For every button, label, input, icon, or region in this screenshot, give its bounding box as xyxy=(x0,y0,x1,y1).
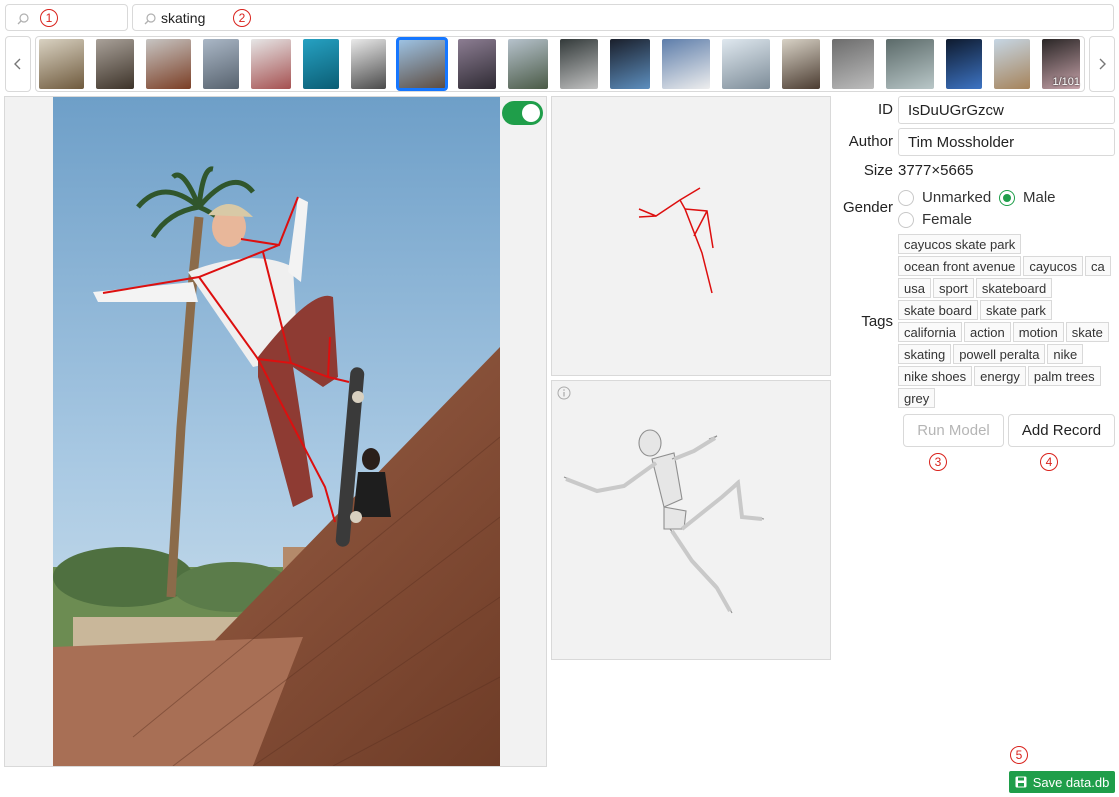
chevron-right-icon xyxy=(1099,58,1106,70)
search-icon xyxy=(17,13,29,25)
tags-label: Tags xyxy=(861,313,893,330)
tag-chip[interactable]: nike xyxy=(1047,344,1084,364)
thumbnail[interactable] xyxy=(203,39,239,89)
save-icon xyxy=(1015,776,1027,788)
pose-2d-skeleton xyxy=(638,187,714,294)
tag-chip[interactable]: skate xyxy=(1065,322,1109,342)
thumbnail[interactable] xyxy=(722,39,770,89)
tag-chip[interactable]: skateboard xyxy=(975,278,1053,298)
thumbnail[interactable] xyxy=(396,37,448,91)
tag-chip[interactable]: skating xyxy=(898,344,952,364)
next-button[interactable] xyxy=(1089,36,1115,92)
thumbnail[interactable] xyxy=(832,39,874,89)
tag-chip[interactable]: palm trees xyxy=(1027,366,1101,386)
size-value: 3777×5665 xyxy=(898,162,974,179)
author-label: Author xyxy=(848,133,893,150)
thumbnail[interactable] xyxy=(96,39,134,89)
save-label: Save data.db xyxy=(1032,774,1110,790)
tag-chip[interactable]: motion xyxy=(1012,322,1064,342)
thumbnail[interactable] xyxy=(994,39,1030,89)
gender-label: Gender xyxy=(842,199,893,216)
add-record-button[interactable]: Add Record xyxy=(1008,414,1115,447)
marker-3: 3 xyxy=(929,452,947,471)
tag-chip[interactable]: skate board xyxy=(898,300,978,320)
tag-chip[interactable]: cayucos xyxy=(1023,256,1084,276)
tag-row: grey xyxy=(898,388,1113,408)
tag-chip[interactable]: ca xyxy=(1085,256,1111,276)
tag-chip[interactable]: energy xyxy=(974,366,1026,386)
thumbnail[interactable] xyxy=(146,39,191,89)
keyword-search-input[interactable]: skating xyxy=(132,4,1114,31)
radio-dot xyxy=(898,211,914,228)
tag-chip[interactable]: ocean front avenue xyxy=(898,256,1022,276)
tag-chip[interactable]: skate park xyxy=(979,300,1052,320)
thumbnail[interactable] xyxy=(458,39,496,89)
id-search-input[interactable] xyxy=(5,4,128,31)
thumbnail[interactable] xyxy=(946,39,982,89)
gender-radio-unmarked[interactable]: Unmarked xyxy=(898,189,991,206)
tag-chip[interactable]: grey xyxy=(898,388,936,408)
thumbnail-counter: 1/101 xyxy=(1052,76,1080,88)
thumbnail[interactable] xyxy=(303,39,339,89)
radio-dot xyxy=(898,189,914,206)
tag-chip[interactable]: powell peralta xyxy=(953,344,1046,364)
marker-4: 4 xyxy=(1040,452,1058,471)
pose-2d-panel xyxy=(551,96,831,376)
save-db-button[interactable]: Save data.db xyxy=(1009,771,1115,793)
tag-chip[interactable]: action xyxy=(964,322,1011,342)
tag-chip[interactable]: usa xyxy=(898,278,931,298)
tag-row: skating powell peralta nike xyxy=(898,344,1113,364)
pose-3d-panel xyxy=(551,380,831,660)
tag-row: california action motion skate xyxy=(898,322,1113,342)
thumbnail[interactable] xyxy=(782,39,820,89)
thumbnail[interactable] xyxy=(560,39,598,89)
gender-radio-male[interactable]: Male xyxy=(999,189,1056,206)
tag-chip[interactable]: cayucos skate park xyxy=(898,234,1022,254)
thumbnail[interactable] xyxy=(886,39,934,89)
thumbnail[interactable] xyxy=(610,39,650,89)
marker-1: 1 xyxy=(40,8,58,27)
tag-chip[interactable]: sport xyxy=(932,278,974,298)
id-label: ID xyxy=(878,101,893,118)
main-photo[interactable] xyxy=(53,97,500,766)
thumbnail[interactable] xyxy=(508,39,548,89)
toggle-knob xyxy=(522,104,540,122)
prev-button[interactable] xyxy=(5,36,31,92)
thumbnail-strip[interactable]: 1/101 xyxy=(35,36,1085,92)
marker-2: 2 xyxy=(233,8,251,27)
id-field[interactable]: IsDuUGrGzcw xyxy=(898,96,1115,124)
marker-5: 5 xyxy=(1010,745,1028,764)
tag-chip[interactable]: nike shoes xyxy=(898,366,973,386)
keyword-search-value: skating xyxy=(161,10,206,26)
tag-row: nike shoes energy palm trees xyxy=(898,366,1113,386)
author-field[interactable]: Tim Mossholder xyxy=(898,128,1115,156)
thumbnail[interactable] xyxy=(351,39,386,89)
thumbnail[interactable] xyxy=(39,39,84,89)
thumbnail[interactable] xyxy=(251,39,291,89)
overlay-toggle[interactable] xyxy=(502,101,543,125)
tag-chip[interactable]: california xyxy=(898,322,963,342)
run-model-button[interactable]: Run Model xyxy=(903,414,1004,447)
radio-dot-selected xyxy=(999,189,1015,206)
tag-row: usa sport skateboard xyxy=(898,278,1113,298)
tag-list: cayucos skate park ocean front avenue cayu… xyxy=(898,234,1113,410)
search-icon xyxy=(144,13,156,25)
size-label: Size xyxy=(863,162,893,179)
tag-row: ocean front avenue cayucos ca xyxy=(898,256,1113,276)
gender-radio-female[interactable]: Female xyxy=(898,211,972,228)
tag-row: cayucos skate park xyxy=(898,234,1113,254)
skeleton-3d-model[interactable] xyxy=(552,381,830,659)
thumbnail[interactable] xyxy=(662,39,710,89)
main-image-panel xyxy=(4,96,547,767)
tag-row: skate board skate park xyxy=(898,300,1113,320)
chevron-left-icon xyxy=(14,58,21,70)
